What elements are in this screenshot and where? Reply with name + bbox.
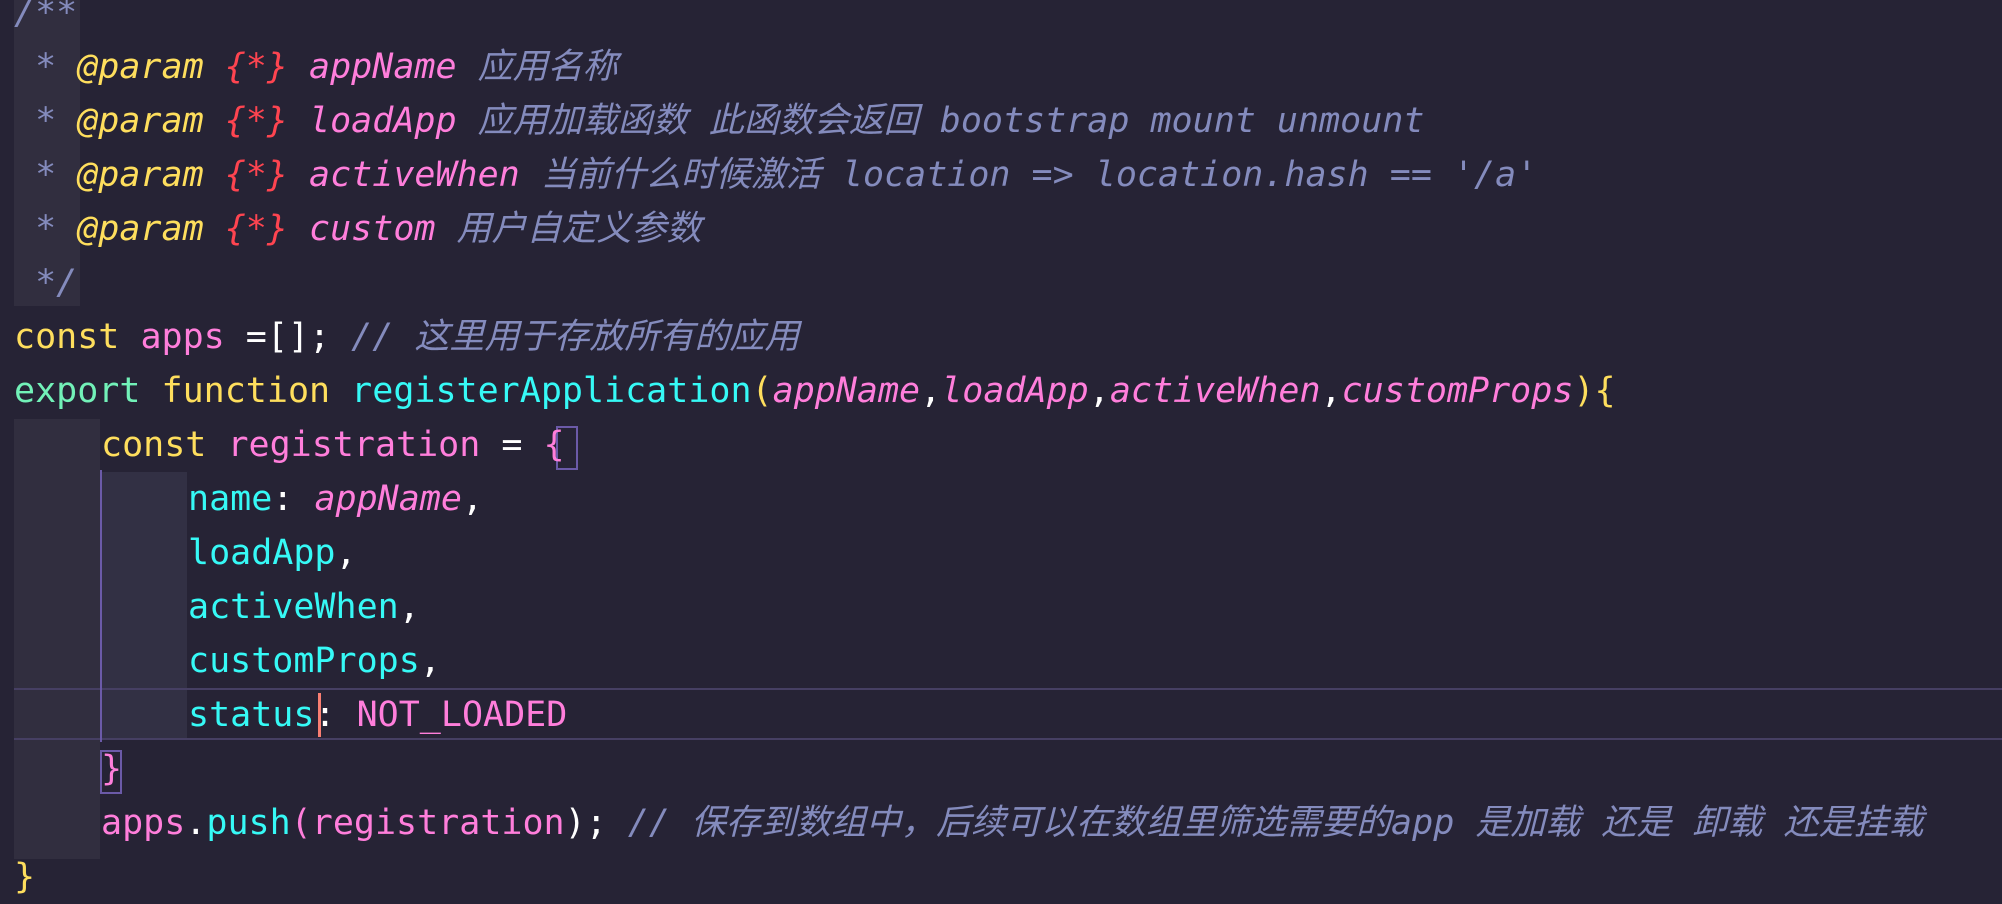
code-line[interactable]: const registration = { — [14, 418, 2002, 472]
code-line[interactable]: } — [14, 850, 2002, 904]
jsdoc-param-desc: 应用加载函数 此函数会返回 bootstrap mount unmount — [477, 101, 1425, 141]
jsdoc-param-name: custom — [309, 209, 436, 249]
comma: , — [1088, 371, 1110, 411]
code-line[interactable]: */ — [14, 256, 2002, 310]
colon: : — [272, 479, 315, 519]
assignment: =[]; — [224, 317, 352, 357]
arg-loadapp: loadApp — [941, 371, 1089, 411]
text-cursor — [318, 693, 321, 737]
comma: , — [1320, 371, 1342, 411]
code-line[interactable]: * @param {*} loadApp 应用加载函数 此函数会返回 boots… — [14, 94, 2002, 148]
arg-customprops: customProps — [1341, 371, 1574, 411]
property-key: status — [188, 695, 315, 735]
jsdoc-param-desc: 当前什么时候激活 location => location.hash == '/… — [540, 155, 1538, 195]
doc-comment-open: /** — [14, 0, 78, 33]
property-key: activeWhen — [188, 587, 399, 627]
comma: , — [398, 587, 420, 627]
property-key: name — [188, 479, 273, 519]
jsdoc-type: {*} — [224, 47, 288, 87]
keyword-function: function — [161, 371, 331, 411]
property-key: loadApp — [188, 533, 336, 573]
assignment: = — [480, 425, 544, 465]
brace-open: { — [543, 425, 565, 465]
variable-apps: apps — [101, 803, 186, 843]
code-line[interactable]: name: appName, — [14, 472, 2002, 526]
jsdoc-tag: @param — [77, 47, 204, 87]
code-line[interactable]: export function registerApplication(appN… — [14, 364, 2002, 418]
keyword-const: const — [101, 425, 207, 465]
jsdoc-param-desc: 用户自定义参数 — [456, 209, 702, 249]
property-value: appName — [314, 479, 462, 519]
comma: , — [335, 533, 357, 573]
variable-registration: registration — [311, 803, 565, 843]
jsdoc-type: {*} — [224, 101, 288, 141]
arg-activewhen: activeWhen — [1109, 371, 1321, 411]
code-line[interactable]: * @param {*} custom 用户自定义参数 — [14, 202, 2002, 256]
code-editor[interactable]: /** * @param {*} appName 应用名称 * @param {… — [0, 0, 2002, 904]
code-line-current[interactable]: status: NOT_LOADED — [14, 688, 2002, 742]
doc-star: * — [14, 209, 78, 249]
jsdoc-param-name: activeWhen — [309, 155, 520, 195]
code-line[interactable]: } — [14, 742, 2002, 796]
doc-star: * — [14, 47, 78, 87]
jsdoc-tag: @param — [77, 155, 204, 195]
jsdoc-param-name: loadApp — [309, 101, 457, 141]
code-line[interactable]: loadApp, — [14, 526, 2002, 580]
paren-close: ); — [564, 803, 628, 843]
jsdoc-param-name: appName — [309, 47, 457, 87]
code-line[interactable]: customProps, — [14, 634, 2002, 688]
comma: , — [920, 371, 942, 411]
keyword-export: export — [14, 371, 141, 411]
property-key: customProps — [188, 641, 420, 681]
doc-star: * — [14, 101, 78, 141]
variable-apps: apps — [140, 317, 225, 357]
brace-close-function: } — [14, 857, 36, 897]
paren-open: ( — [751, 371, 773, 411]
arg-appname: appName — [772, 371, 921, 411]
jsdoc-type: {*} — [224, 209, 288, 249]
line-comment: // 这里用于存放所有的应用 — [351, 317, 800, 357]
jsdoc-tag: @param — [77, 101, 204, 141]
code-line[interactable]: /** — [14, 0, 2002, 40]
code-line[interactable]: * @param {*} appName 应用名称 — [14, 40, 2002, 94]
line-comment: // 保存到数组中，后续可以在数组里筛选需要的app 是加载 还是 卸载 还是挂… — [627, 803, 1924, 843]
paren-close-brace: ){ — [1573, 371, 1616, 411]
code-line[interactable]: const apps =[]; // 这里用于存放所有的应用 — [14, 310, 2002, 364]
comma: , — [419, 641, 441, 681]
jsdoc-param-desc: 应用名称 — [477, 47, 618, 87]
constant-value: NOT_LOADED — [356, 695, 568, 735]
doc-comment-close: */ — [14, 263, 78, 303]
brace-close: } — [101, 749, 123, 789]
variable-registration: registration — [227, 425, 481, 465]
code-line[interactable]: activeWhen, — [14, 580, 2002, 634]
paren-open: ( — [290, 803, 312, 843]
dot: . — [185, 803, 207, 843]
jsdoc-type: {*} — [224, 155, 288, 195]
code-line[interactable]: apps.push(registration); // 保存到数组中，后续可以在… — [14, 796, 2002, 850]
jsdoc-tag: @param — [77, 209, 204, 249]
method-push: push — [206, 803, 291, 843]
function-name: registerApplication — [351, 371, 752, 411]
doc-star: * — [14, 155, 78, 195]
code-line[interactable]: * @param {*} activeWhen 当前什么时候激活 locatio… — [14, 148, 2002, 202]
keyword-const: const — [14, 317, 120, 357]
comma: , — [461, 479, 484, 519]
